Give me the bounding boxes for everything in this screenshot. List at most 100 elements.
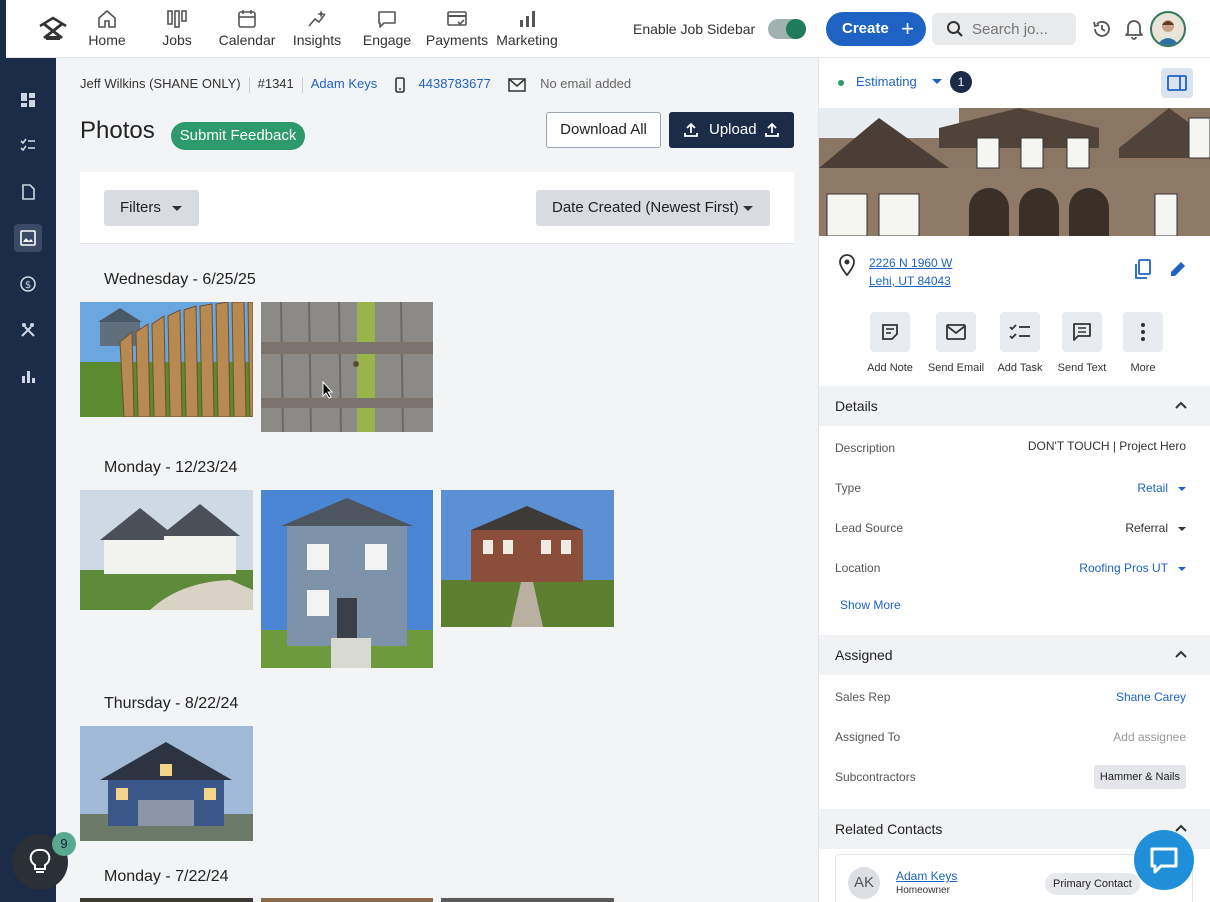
photo-thumbnail[interactable] bbox=[261, 898, 433, 902]
jobs-icon bbox=[167, 10, 187, 28]
assigned-section-header[interactable]: Assigned bbox=[819, 635, 1210, 675]
more-actions-button[interactable]: More bbox=[1112, 312, 1174, 374]
detail-label: Location bbox=[835, 561, 881, 575]
add-note-button[interactable]: Add Note bbox=[859, 312, 921, 374]
job-sidebar-toggle[interactable] bbox=[768, 19, 806, 39]
chat-launcher-button[interactable] bbox=[1134, 830, 1194, 890]
user-avatar[interactable] bbox=[1150, 11, 1186, 47]
address-line-2: Lehi, UT 84043 bbox=[869, 274, 951, 288]
sort-dropdown[interactable]: Date Created (Newest First) bbox=[536, 190, 770, 226]
phone-link[interactable]: 4438783677 bbox=[419, 76, 491, 91]
rail-photos[interactable] bbox=[14, 224, 42, 252]
photo-thumbnail[interactable] bbox=[441, 490, 614, 627]
bell-icon[interactable] bbox=[1124, 18, 1144, 40]
pencil-icon[interactable] bbox=[1168, 259, 1188, 279]
nav-label: Calendar bbox=[218, 32, 276, 48]
chat-icon bbox=[1073, 323, 1091, 341]
search-input[interactable] bbox=[972, 19, 1068, 39]
rail-documents[interactable] bbox=[14, 178, 42, 206]
rail-tasks[interactable] bbox=[14, 132, 42, 160]
nav-payments[interactable]: Payments bbox=[422, 8, 492, 52]
search-box[interactable] bbox=[932, 13, 1076, 45]
chevron-up-icon bbox=[1175, 824, 1187, 832]
send-text-button[interactable]: Send Text bbox=[1051, 312, 1113, 374]
rail-dashboard[interactable] bbox=[14, 86, 42, 114]
primary-contact-badge: Primary Contact bbox=[1045, 873, 1140, 895]
status-dot bbox=[838, 79, 844, 86]
photo-thumbnail[interactable] bbox=[80, 490, 253, 610]
property-address-link[interactable]: 2226 N 1960 W Lehi, UT 84043 bbox=[869, 254, 952, 290]
create-button[interactable]: Create + bbox=[826, 12, 926, 46]
job-number: #1341 bbox=[257, 76, 294, 91]
svg-text:$: $ bbox=[25, 280, 31, 291]
nav-marketing[interactable]: Marketing bbox=[492, 8, 562, 52]
photo-thumbnail[interactable] bbox=[261, 490, 433, 668]
date-heading: Monday - 12/23/24 bbox=[104, 459, 238, 476]
details-section-header[interactable]: Details bbox=[819, 386, 1210, 426]
location-pin-icon bbox=[839, 254, 855, 276]
rail-reports[interactable] bbox=[14, 362, 42, 390]
create-label: Create bbox=[842, 20, 889, 37]
subcontractor-chip[interactable]: Hammer & Nails bbox=[1093, 765, 1186, 789]
nav-engage[interactable]: Engage bbox=[352, 8, 422, 52]
date-heading: Monday - 7/22/24 bbox=[104, 868, 229, 885]
type-dropdown[interactable]: Retail bbox=[1137, 481, 1186, 495]
location-dropdown[interactable]: Roofing Pros UT bbox=[1079, 561, 1186, 575]
photo-thumbnail[interactable] bbox=[441, 898, 614, 902]
history-icon[interactable] bbox=[1091, 18, 1113, 40]
lead-source-value: Referral bbox=[1125, 521, 1168, 535]
nav-label: Insights bbox=[292, 32, 342, 48]
photo-thumbnail[interactable] bbox=[80, 726, 253, 841]
lead-source-dropdown[interactable]: Referral bbox=[1125, 521, 1186, 535]
assigned-label: Sales Rep bbox=[835, 690, 891, 704]
calendar-icon bbox=[238, 10, 256, 28]
status-dropdown[interactable]: Estimating bbox=[838, 74, 943, 89]
nav-calendar[interactable]: Calendar bbox=[212, 8, 282, 52]
phone-icon bbox=[395, 76, 405, 93]
more-vertical-icon bbox=[1141, 323, 1145, 341]
copy-icon[interactable] bbox=[1134, 259, 1152, 279]
date-heading: Wednesday - 6/25/25 bbox=[104, 271, 256, 288]
filters-label: Filters bbox=[120, 199, 161, 216]
chat-bubble-icon bbox=[1150, 847, 1178, 874]
add-assignee-field[interactable]: Add assignee bbox=[1113, 730, 1186, 744]
documents-icon bbox=[22, 184, 35, 200]
panel-toggle-button[interactable] bbox=[1161, 68, 1193, 98]
photo-thumbnail[interactable] bbox=[80, 898, 253, 902]
photo-thumbnail[interactable] bbox=[261, 302, 433, 432]
nav-insights[interactable]: Insights bbox=[282, 8, 352, 52]
upload-button[interactable]: Upload bbox=[669, 112, 794, 148]
section-title: Assigned bbox=[835, 647, 893, 663]
company-logo[interactable] bbox=[36, 14, 70, 44]
filters-dropdown[interactable]: Filters bbox=[104, 190, 199, 226]
description-value: DON'T TOUCH | Project Hero bbox=[1027, 439, 1186, 453]
rail-payments[interactable]: $ bbox=[14, 270, 42, 298]
nav-label: Home bbox=[88, 32, 126, 48]
sales-rep-link[interactable]: Shane Carey bbox=[1116, 690, 1186, 704]
action-label: More bbox=[1130, 362, 1156, 374]
detail-label: Lead Source bbox=[835, 521, 904, 535]
dollar-icon: $ bbox=[20, 276, 36, 292]
show-more-link[interactable]: Show More bbox=[840, 598, 901, 612]
detail-label: Type bbox=[835, 481, 862, 495]
add-task-button[interactable]: Add Task bbox=[989, 312, 1051, 374]
fence-closeup-photo bbox=[261, 302, 433, 432]
send-email-button[interactable]: Send Email bbox=[925, 312, 987, 374]
action-icon-box bbox=[870, 312, 910, 352]
sort-label: Date Created (Newest First) bbox=[552, 199, 739, 216]
sidebar-toggle-label: Enable Job Sidebar bbox=[633, 21, 756, 37]
photo-thumbnail[interactable] bbox=[80, 302, 253, 417]
page-title: Photos bbox=[80, 117, 155, 144]
rail-tools[interactable] bbox=[14, 316, 42, 344]
contact-link[interactable]: Adam Keys bbox=[311, 76, 377, 91]
left-rail: $ bbox=[0, 58, 56, 902]
action-icon-box bbox=[1123, 312, 1163, 352]
download-all-button[interactable]: Download All bbox=[546, 112, 661, 148]
submit-feedback-button[interactable]: Submit Feedback bbox=[171, 122, 305, 150]
breadcrumb: Jeff Wilkins (SHANE ONLY) #1341 Adam Keys … bbox=[80, 76, 631, 93]
assigned-label: Subcontractors bbox=[835, 770, 916, 784]
nav-jobs[interactable]: Jobs bbox=[142, 8, 212, 52]
nav-home[interactable]: Home bbox=[72, 8, 142, 52]
brick-mansion-photo bbox=[441, 490, 614, 627]
contact-name-link[interactable]: Adam Keys bbox=[896, 869, 957, 883]
